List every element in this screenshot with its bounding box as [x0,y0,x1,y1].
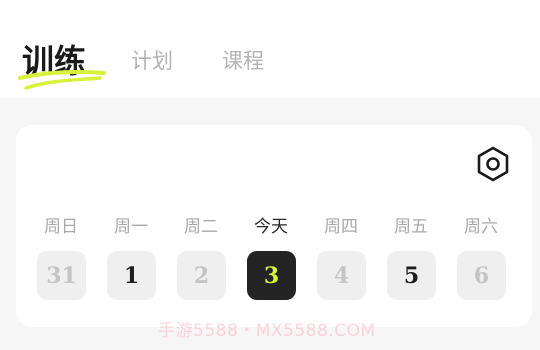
day-cell-1[interactable]: 1 [107,251,156,300]
weekday-label-5: 周五 [394,217,428,237]
tab-course[interactable]: 课程 [222,45,264,75]
day-cell-31[interactable]: 31 [37,251,86,300]
day-cell-today[interactable]: 3 [247,251,296,300]
watermark: 手游5588・MX5588.COM [158,321,376,341]
tab-underline-icon [18,70,106,90]
weekday-label-6: 周六 [464,217,498,237]
weekday-label-3: 今天 [254,217,288,237]
day-cell-6[interactable]: 6 [457,251,506,300]
day-cell-5[interactable]: 5 [387,251,436,300]
weekday-label-4: 周四 [324,217,358,237]
weekday-label-1: 周一 [114,217,148,237]
settings-hex-icon[interactable] [475,146,511,182]
day-cell-2[interactable]: 2 [177,251,226,300]
day-cell-4[interactable]: 4 [317,251,366,300]
top-tab-bar: 训练 计划 课程 [0,0,540,98]
weekday-label-2: 周二 [184,217,218,237]
tab-plan[interactable]: 计划 [131,45,173,75]
weekday-label-0: 周日 [44,217,78,237]
